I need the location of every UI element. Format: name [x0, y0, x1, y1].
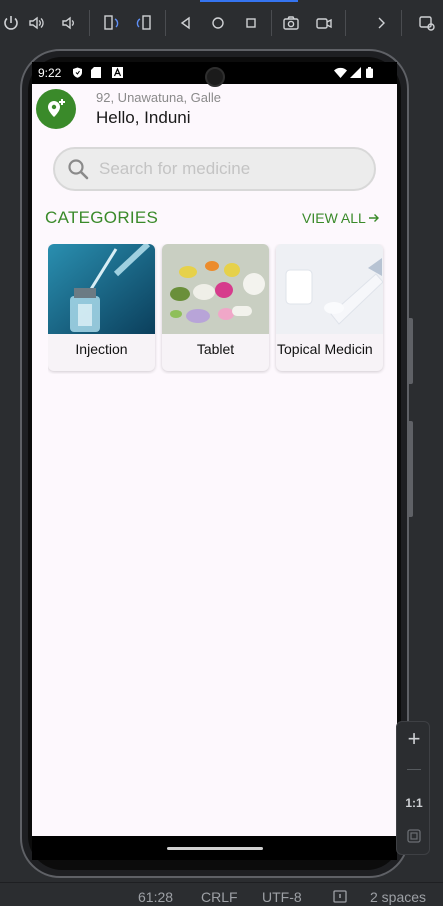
volume-down-icon[interactable]: [58, 12, 80, 34]
phone-side-button: [409, 421, 413, 517]
active-tab-indicator: [200, 0, 298, 2]
tablet-image: [162, 244, 269, 334]
view-all-label: VIEW ALL: [302, 210, 366, 226]
sim-card-icon: [91, 67, 101, 78]
category-card-injection[interactable]: Injection: [48, 244, 155, 371]
back-icon[interactable]: [175, 12, 197, 34]
file-encoding[interactable]: UTF-8: [262, 889, 302, 905]
location-avatar[interactable]: [36, 89, 76, 129]
toolbar-divider: [401, 10, 402, 36]
device-mirror-icon[interactable]: [416, 12, 438, 34]
zoom-out-button[interactable]: —: [397, 760, 431, 776]
chevron-right-icon[interactable]: [370, 12, 392, 34]
zoom-controls: + — 1:1: [396, 721, 430, 855]
fit-screen-button[interactable]: [397, 828, 431, 849]
category-label: Topical Medicin: [277, 341, 373, 357]
emulator-toolbar: [0, 0, 443, 46]
toolbar-divider: [165, 10, 166, 36]
home-icon[interactable]: [207, 12, 229, 34]
search-icon: [68, 159, 89, 180]
home-gesture-bar[interactable]: [167, 847, 263, 850]
delivery-address[interactable]: 92, Unawatuna, Galle: [96, 90, 221, 105]
power-icon[interactable]: [0, 12, 22, 34]
injection-image: [48, 244, 155, 334]
rotate-left-icon[interactable]: [100, 12, 122, 34]
arrow-right-icon: [368, 214, 379, 222]
overview-icon[interactable]: [240, 12, 262, 34]
app-screen: 9:22 92, Unawatuna, Galle Hello, Induni …: [32, 62, 397, 836]
categories-list: Injection Tablet Topical Medicin: [48, 244, 397, 374]
category-card-topical-medicine[interactable]: Topical Medicin: [276, 244, 383, 371]
view-all-link[interactable]: VIEW ALL: [302, 210, 380, 226]
record-icon[interactable]: [313, 12, 335, 34]
wifi-icon: [334, 67, 347, 78]
fit-screen-icon: [407, 829, 421, 843]
search-input[interactable]: [99, 149, 369, 189]
zoom-in-button[interactable]: +: [397, 726, 431, 752]
status-time: 9:22: [38, 66, 62, 80]
screenshot-icon[interactable]: [280, 12, 302, 34]
user-greeting: Hello, Induni: [96, 108, 191, 127]
categories-heading: CATEGORIES: [45, 208, 159, 227]
shield-icon: [73, 67, 82, 78]
volume-up-icon[interactable]: [26, 12, 48, 34]
category-card-tablet[interactable]: Tablet: [162, 244, 269, 371]
rotate-right-icon[interactable]: [133, 12, 155, 34]
status-bar: 9:22: [32, 62, 397, 87]
lock-icon[interactable]: [332, 889, 348, 906]
zoom-actual-size-button[interactable]: 1:1: [397, 796, 431, 810]
app-notification-icon: [112, 67, 123, 78]
category-label: Injection: [75, 341, 128, 357]
ide-status-bar: 61:28 CRLF UTF-8 2 spaces: [0, 882, 443, 905]
category-label: Tablet: [196, 341, 235, 357]
front-camera: [205, 67, 225, 87]
topical-medicine-image: [276, 244, 383, 334]
toolbar-divider: [345, 10, 346, 36]
phone-side-button: [409, 318, 413, 384]
search-bar[interactable]: [53, 147, 376, 191]
line-ending[interactable]: CRLF: [201, 889, 238, 905]
toolbar-divider: [271, 10, 272, 36]
toolbar-divider: [89, 10, 90, 36]
cursor-position[interactable]: 61:28: [138, 889, 173, 905]
battery-icon: [366, 67, 373, 78]
location-add-icon: [48, 99, 65, 117]
signal-icon: [350, 67, 361, 78]
indent-setting[interactable]: 2 spaces: [370, 889, 426, 905]
